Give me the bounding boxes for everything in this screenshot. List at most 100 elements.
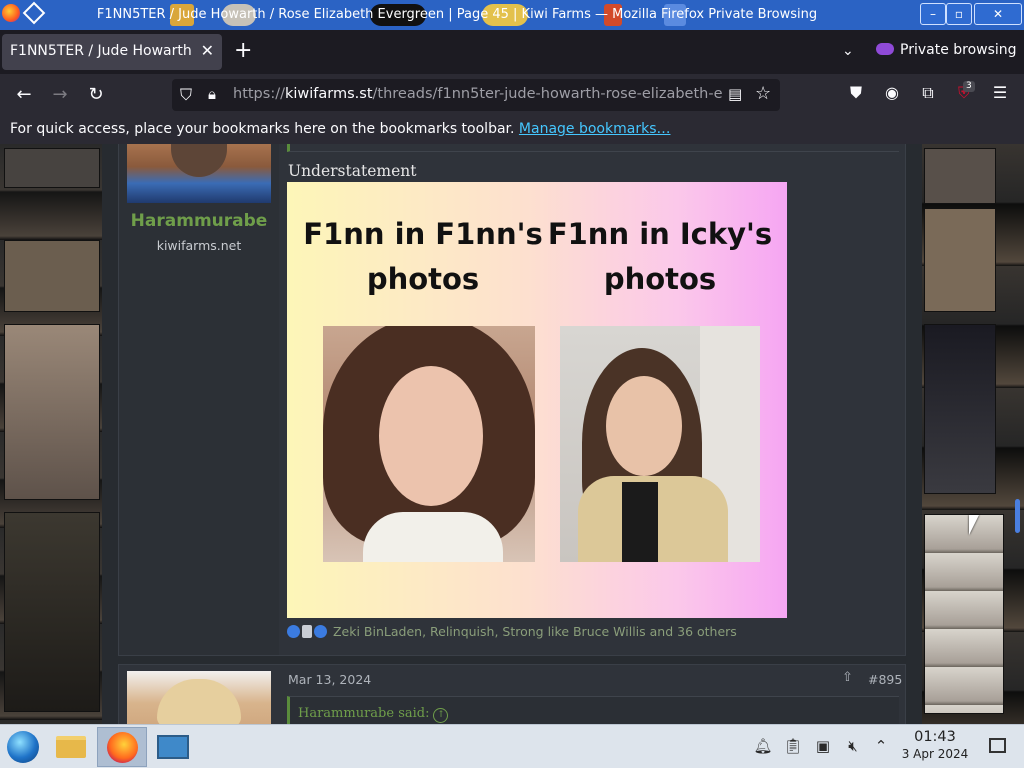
tab-title: F1NN5TER / Jude Howarth / Rose Elizabeth… — [10, 43, 196, 59]
minimize-button[interactable]: – — [920, 3, 946, 25]
quote-block — [287, 144, 899, 152]
extension-count-badge: 3 — [963, 81, 975, 92]
tray-expand-icon[interactable]: ⌃ — [870, 737, 892, 755]
private-mask-icon — [876, 43, 894, 55]
system-monitor-button[interactable] — [150, 727, 196, 767]
meme-right-photo — [560, 326, 760, 562]
bookmarks-hint: For quick access, place your bookmarks h… — [10, 121, 515, 137]
close-window-button[interactable]: ✕ — [974, 3, 1022, 25]
mouse-cursor-icon — [969, 515, 979, 535]
photo-face — [379, 366, 483, 506]
maximize-button[interactable]: ▫ — [946, 3, 972, 25]
file-manager-button[interactable] — [48, 727, 94, 767]
new-tab-button[interactable]: + — [234, 40, 252, 62]
background-comic-right — [922, 144, 1024, 724]
comic-panel — [924, 514, 1004, 714]
private-browsing-indicator: Private browsing — [876, 42, 1017, 58]
clipboard-icon[interactable]: 📋︎ — [782, 737, 804, 755]
reader-view-icon[interactable]: ▤ — [728, 85, 742, 103]
forward-button[interactable]: → — [46, 82, 74, 108]
url-text[interactable]: https://kiwifarms.st/threads/f1nn5ter-ju… — [233, 86, 723, 102]
like-reaction-icon — [287, 625, 300, 638]
quote-attribution[interactable]: Harammurabe said: ↑ — [298, 706, 449, 723]
post: Harammurabe kiwifarms.net Understatement… — [118, 144, 906, 656]
reactions-bar[interactable]: Zeki BinLaden, Relinquish, Strong like B… — [287, 624, 737, 639]
post-body-text: Understatement — [288, 162, 417, 180]
meme-left-caption: F1nn in F1nn's photos — [303, 217, 543, 296]
volume-muted-icon[interactable]: 🔇︎ — [842, 737, 864, 755]
firefox-taskbar-button[interactable] — [97, 727, 147, 767]
comic-panel — [4, 512, 100, 712]
comic-panel — [4, 148, 100, 188]
quote-author: Harammurabe said: — [298, 706, 430, 721]
meme-right-caption: F1nn in Icky's photos — [547, 217, 773, 296]
username[interactable]: Harammurabe — [119, 211, 279, 231]
scrollbar-thumb[interactable] — [1015, 499, 1020, 533]
notifications-icon[interactable]: 🔔︎ — [752, 737, 774, 755]
bookmarks-toolbar: For quick access, place your bookmarks h… — [0, 116, 1024, 144]
url-domain: kiwifarms.st — [284, 86, 373, 102]
tracking-protection-icon[interactable]: ⛉ — [180, 85, 192, 105]
url-path: /threads/f1nn5ter-jude-howarth-rose-eliz… — [372, 86, 723, 102]
bookmark-star-icon[interactable]: ☆ — [755, 83, 771, 104]
folder-icon — [56, 736, 86, 758]
show-desktop-button[interactable] — [989, 738, 1006, 753]
page-scrollbar[interactable] — [1012, 144, 1024, 724]
firefox-icon — [107, 732, 138, 763]
navigation-toolbar: ← → ↻ ⛉ 🔒︎ https://kiwifarms.st/threads/… — [0, 74, 1024, 116]
taskbar: 🔔︎ 📋︎ ▣ 🔇︎ ⌃ 01:43 3 Apr 2024 — [0, 724, 1024, 768]
start-menu-button[interactable] — [2, 727, 48, 767]
meme-left-photo — [323, 326, 535, 562]
meme-image[interactable]: F1nn in F1nn's photos F1nn in Icky's pho… — [287, 182, 787, 618]
user-site: kiwifarms.net — [156, 238, 242, 253]
url-bar[interactable]: ⛉ 🔒︎ https://kiwifarms.st/threads/f1nn5t… — [172, 79, 780, 111]
photo-top — [622, 482, 658, 562]
start-orb-icon — [7, 731, 39, 763]
tab-close-icon[interactable]: ✕ — [201, 41, 214, 60]
background-comic-left — [0, 144, 102, 724]
forum-thread: Harammurabe kiwifarms.net Understatement… — [102, 144, 922, 724]
reload-button[interactable]: ↻ — [82, 82, 110, 108]
pocket-icon[interactable]: ⛊ — [845, 83, 867, 103]
post: Mar 13, 2024 ⇧ #895 Harammurabe said: ↑ — [118, 664, 906, 724]
reaction-icon — [302, 625, 312, 638]
lock-icon[interactable]: 🔒︎ — [208, 85, 216, 103]
avatar[interactable] — [127, 144, 271, 203]
window-title: F1NN5TER / Jude Howarth / Rose Elizabeth… — [96, 7, 818, 22]
avatar-beard — [171, 144, 227, 177]
comic-panel — [924, 208, 996, 312]
window-titlebar: F1NN5TER / Jude Howarth / Rose Elizabeth… — [0, 0, 1024, 30]
monitor-icon — [157, 735, 189, 759]
photo-face — [606, 376, 682, 476]
quote-block: Harammurabe said: ↑ — [287, 696, 899, 724]
menu-icon[interactable]: ☰ — [989, 83, 1011, 102]
manage-bookmarks-link[interactable]: Manage bookmarks… — [519, 121, 671, 137]
comic-panel — [4, 240, 100, 312]
info-reaction-icon — [314, 625, 327, 638]
clock-time[interactable]: 01:43 — [900, 729, 970, 745]
comic-panel — [924, 148, 996, 204]
updates-icon[interactable]: ▣ — [812, 737, 834, 755]
tab-active[interactable]: F1NN5TER / Jude Howarth / Rose Elizabeth… — [2, 34, 222, 70]
back-button[interactable]: ← — [10, 82, 38, 108]
post-user-column: Harammurabe kiwifarms.net — [119, 144, 279, 655]
page-viewport: Harammurabe kiwifarms.net Understatement… — [0, 144, 1024, 724]
post-number[interactable]: #895 — [868, 672, 902, 687]
extensions-icon[interactable]: ⧉ — [917, 83, 939, 103]
avatar-hair — [157, 679, 241, 724]
reactions-text[interactable]: Zeki BinLaden, Relinquish, Strong like B… — [333, 624, 737, 639]
screen: F1NN5TER / Jude Howarth / Rose Elizabeth… — [0, 0, 1024, 768]
url-prefix: https:// — [233, 86, 285, 102]
avatar[interactable] — [127, 671, 271, 724]
photo-shirt — [363, 512, 503, 562]
account-icon[interactable]: ◉ — [881, 83, 903, 102]
private-browsing-label: Private browsing — [900, 42, 1017, 58]
clock-date[interactable]: 3 Apr 2024 — [897, 747, 973, 761]
share-icon[interactable]: ⇧ — [842, 670, 853, 685]
list-all-tabs-button[interactable]: ⌄ — [842, 43, 854, 59]
jump-to-quote-icon[interactable]: ↑ — [433, 708, 449, 723]
post-date[interactable]: Mar 13, 2024 — [288, 672, 371, 687]
comic-panel — [4, 324, 100, 500]
comic-panel — [924, 324, 996, 494]
tab-bar: F1NN5TER / Jude Howarth / Rose Elizabeth… — [0, 30, 1024, 74]
